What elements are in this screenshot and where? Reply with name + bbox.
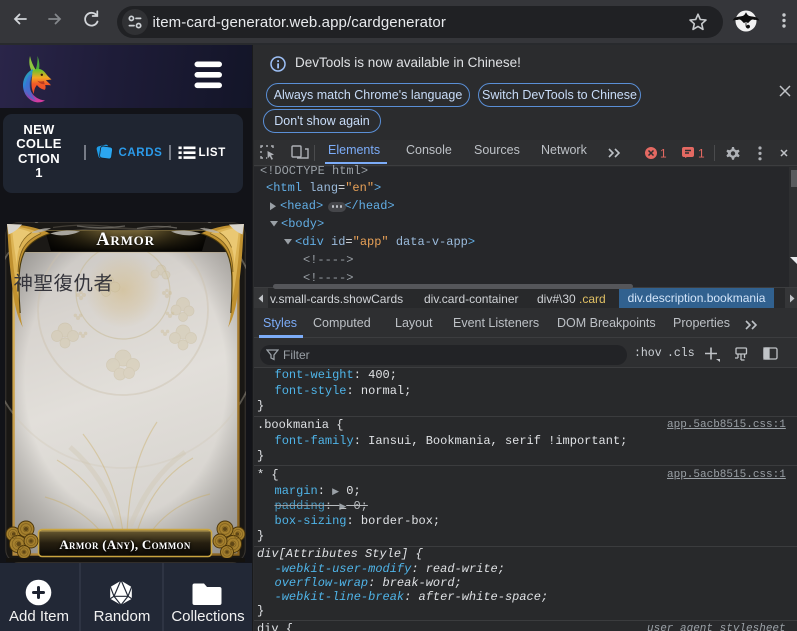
svg-text:1: 1	[660, 147, 667, 161]
svg-text:1: 1	[698, 147, 705, 161]
